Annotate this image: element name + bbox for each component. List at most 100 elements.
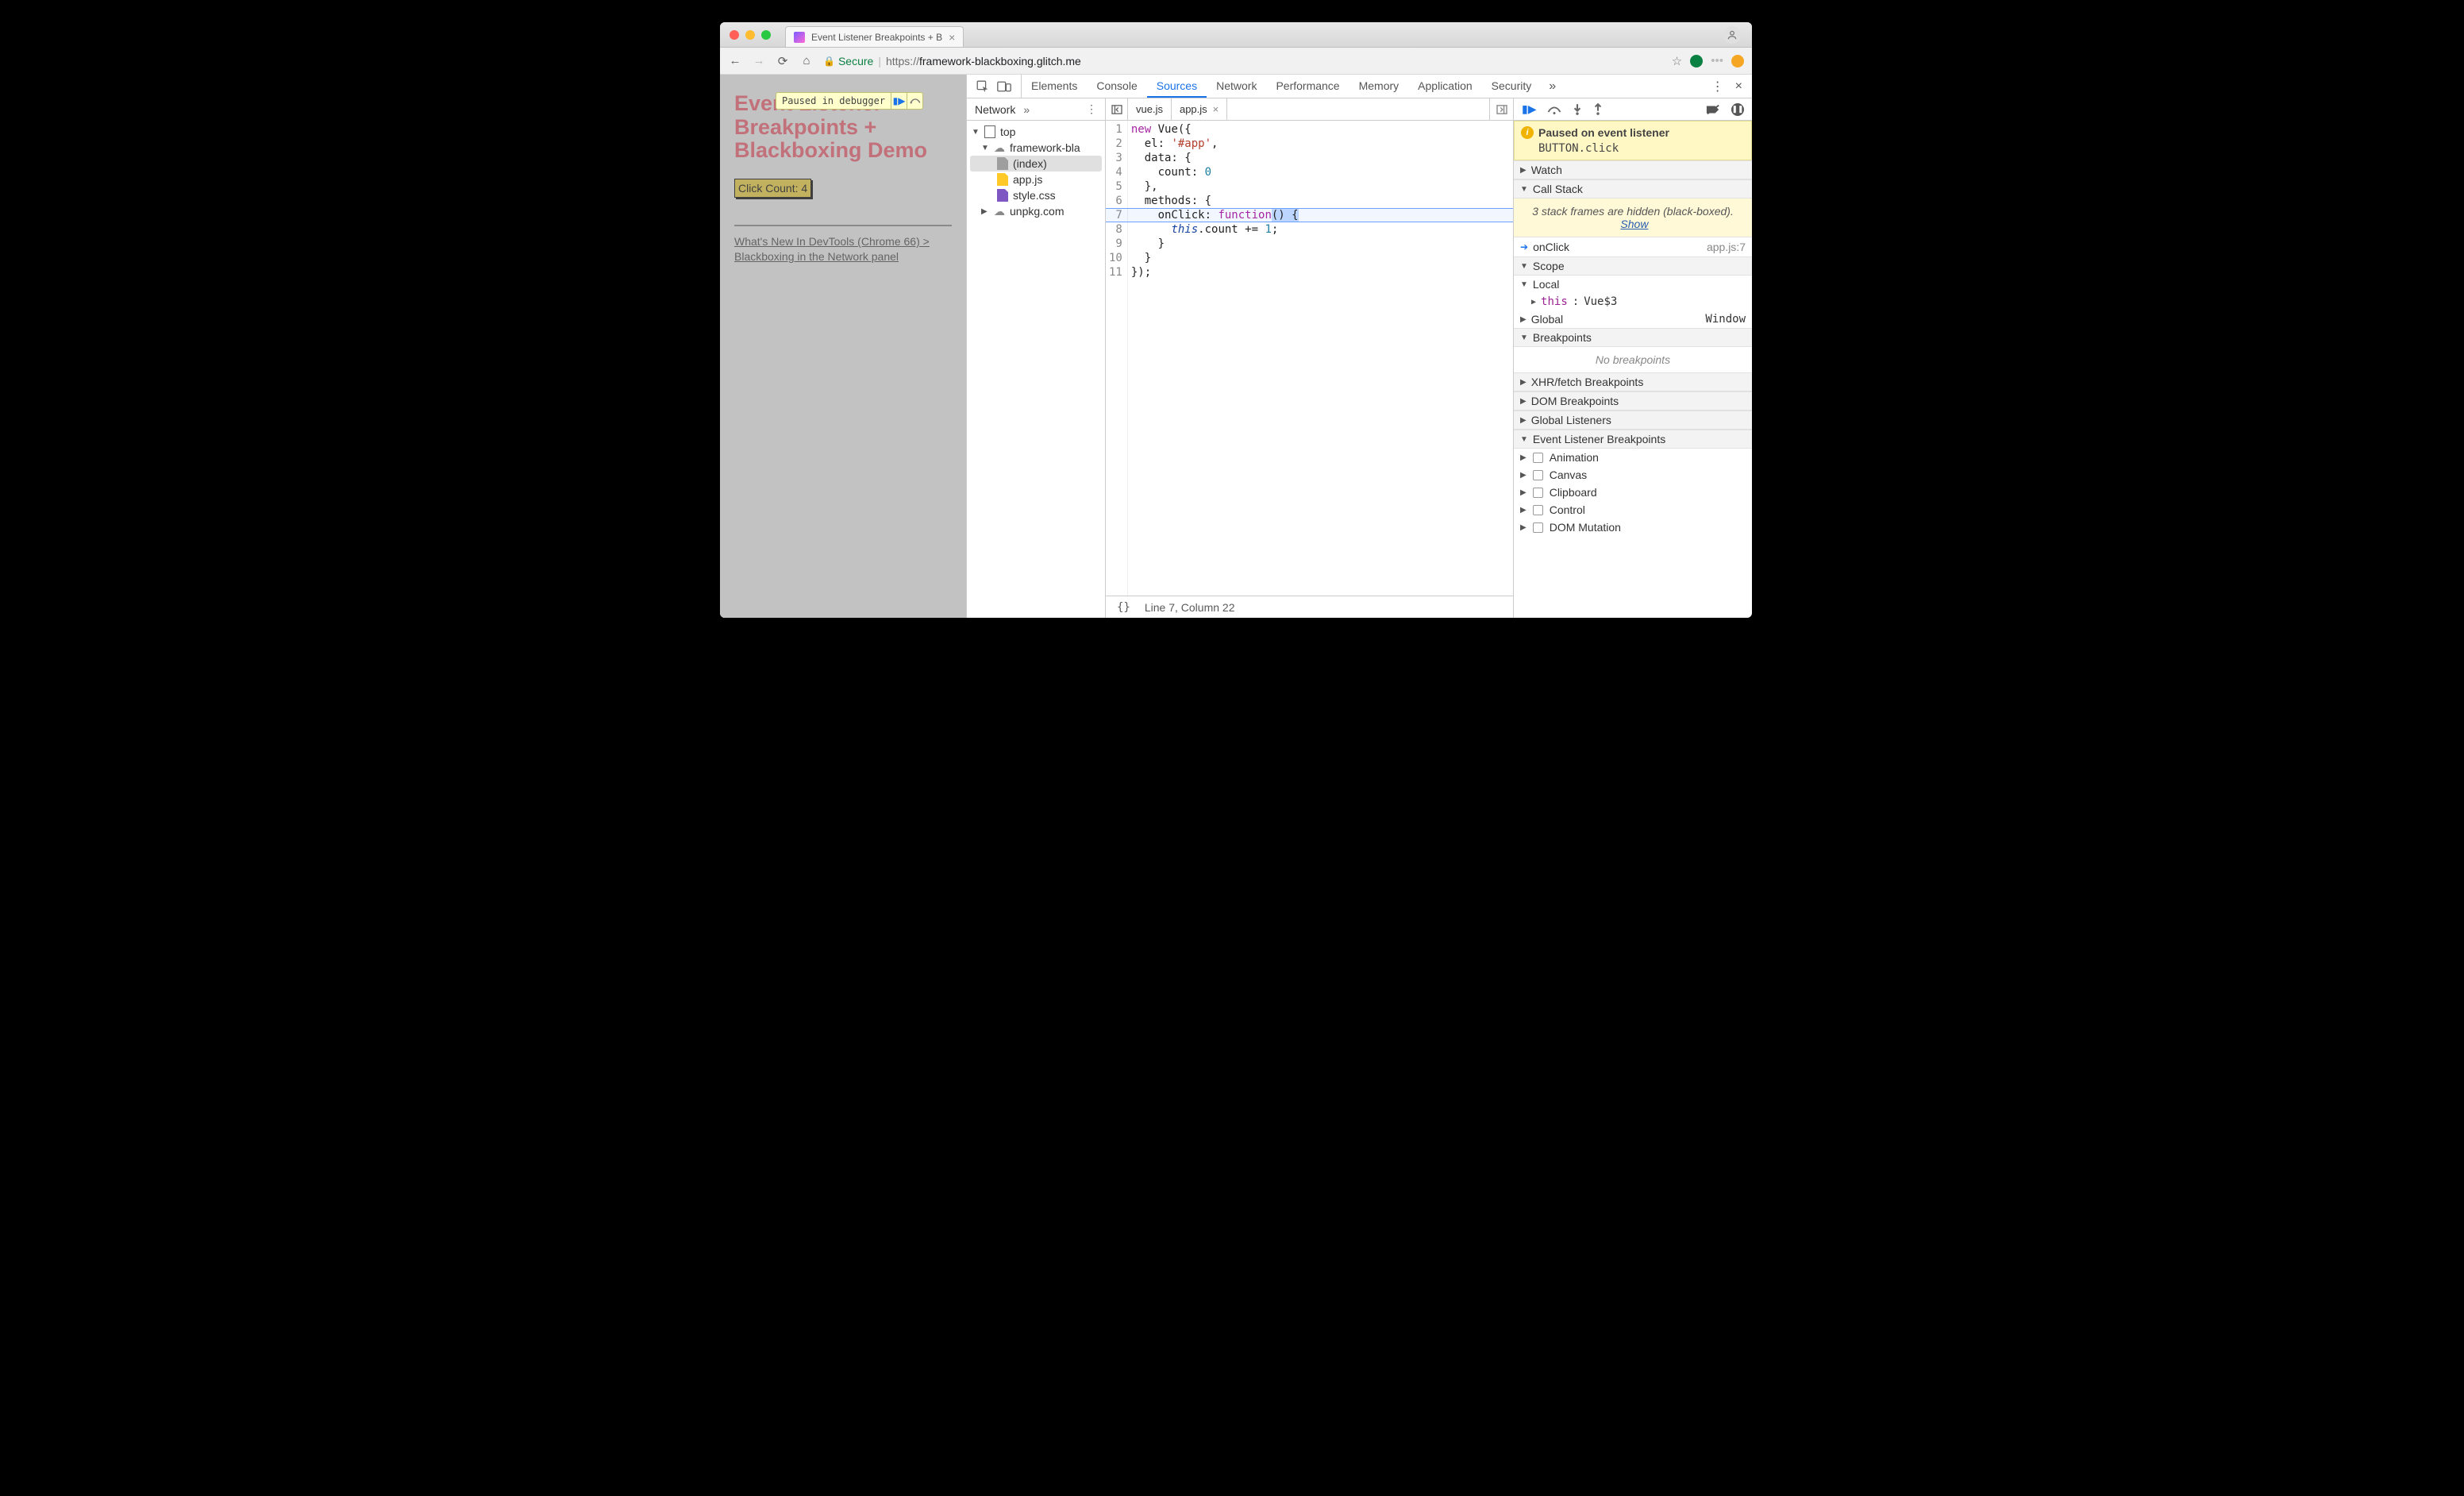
elb-label: Clipboard xyxy=(1550,486,1597,499)
step-over-icon[interactable] xyxy=(1547,104,1561,115)
zoom-window-button[interactable] xyxy=(761,30,771,40)
tabs-overflow-icon[interactable]: » xyxy=(1541,75,1564,98)
tab-close-icon[interactable]: × xyxy=(949,31,955,44)
window-titlebar: Event Listener Breakpoints + B × xyxy=(720,22,1752,48)
elb-item[interactable]: ▶DOM Mutation xyxy=(1514,519,1752,536)
navigator-overflow-icon[interactable]: » xyxy=(1023,103,1030,116)
devtools-close-icon[interactable]: × xyxy=(1735,79,1742,94)
back-button[interactable]: ← xyxy=(728,54,742,67)
browser-window: Event Listener Breakpoints + B × ← → ⟳ ⌂… xyxy=(720,22,1752,618)
tree-cdn[interactable]: ▶☁unpkg.com xyxy=(970,203,1102,219)
tab-security[interactable]: Security xyxy=(1482,75,1542,98)
toggle-navigator-icon[interactable] xyxy=(1106,98,1128,120)
lock-icon: 🔒 xyxy=(823,56,835,67)
tree-label: unpkg.com xyxy=(1010,205,1064,218)
section-global-listeners[interactable]: ▶Global Listeners xyxy=(1514,411,1752,430)
tab-sources[interactable]: Sources xyxy=(1147,75,1207,98)
step-out-icon[interactable] xyxy=(1593,103,1603,116)
cloud-icon: ☁ xyxy=(994,205,1005,218)
elb-item[interactable]: ▶Animation xyxy=(1514,449,1752,466)
tree-top-frame[interactable]: ▼top xyxy=(970,124,1102,140)
tab-console[interactable]: Console xyxy=(1087,75,1146,98)
scope-value: Vue$3 xyxy=(1584,295,1617,308)
document-icon xyxy=(997,157,1008,170)
pause-on-exceptions-icon[interactable]: ❚❚ xyxy=(1731,103,1744,116)
tree-file-stylecss[interactable]: style.css xyxy=(970,187,1102,203)
line-gutter[interactable]: 1234567891011 xyxy=(1106,121,1128,596)
code-editor[interactable]: 1234567891011 new Vue({ el: '#app', data… xyxy=(1106,121,1513,596)
section-label: Global Listeners xyxy=(1531,414,1611,426)
editor-tab-vuejs[interactable]: vue.js xyxy=(1128,98,1172,120)
section-event-listener-breakpoints[interactable]: ▼Event Listener Breakpoints xyxy=(1514,430,1752,449)
checkbox[interactable] xyxy=(1533,505,1543,515)
navigator-menu-icon[interactable]: ⋮ xyxy=(1081,102,1102,116)
url-host: framework-blackboxing.glitch.me xyxy=(919,55,1081,67)
url-protocol: https:// xyxy=(886,55,919,67)
section-watch[interactable]: ▶Watch xyxy=(1514,160,1752,179)
paused-badge-step-icon[interactable] xyxy=(907,93,922,109)
tab-elements[interactable]: Elements xyxy=(1022,75,1087,98)
pretty-print-icon[interactable]: {} xyxy=(1117,601,1130,614)
tab-performance[interactable]: Performance xyxy=(1266,75,1349,98)
section-label: Breakpoints xyxy=(1533,331,1592,344)
checkbox[interactable] xyxy=(1533,488,1543,498)
toggle-debugger-icon[interactable] xyxy=(1489,98,1513,120)
click-count-button[interactable]: Click Count: 4 xyxy=(734,179,811,198)
paused-badge-resume-icon[interactable]: ▮▶ xyxy=(891,93,907,109)
inspect-element-icon[interactable] xyxy=(976,80,989,93)
scope-this[interactable]: ▶this: Vue$3 xyxy=(1514,293,1752,310)
toolbar-right-icons: ☆ ••• xyxy=(1672,54,1744,68)
browser-tab[interactable]: Event Listener Breakpoints + B × xyxy=(785,26,964,47)
blackbox-show-link[interactable]: Show xyxy=(1620,218,1648,230)
bookmark-star-icon[interactable]: ☆ xyxy=(1672,54,1682,68)
tree-domain[interactable]: ▼☁framework-bla xyxy=(970,140,1102,156)
checkbox[interactable] xyxy=(1533,470,1543,480)
extension-icon-2[interactable]: ••• xyxy=(1711,54,1723,67)
stack-frame-location[interactable]: app.js:7 xyxy=(1707,241,1746,253)
tab-network[interactable]: Network xyxy=(1207,75,1266,98)
close-window-button[interactable] xyxy=(730,30,739,40)
section-dom-breakpoints[interactable]: ▶DOM Breakpoints xyxy=(1514,391,1752,411)
editor-tab-close-icon[interactable]: × xyxy=(1213,103,1219,115)
section-callstack[interactable]: ▼Call Stack xyxy=(1514,179,1752,199)
debugger-pane: ▮▶ ❚❚ iPaused on even xyxy=(1514,98,1752,618)
profile-avatar-icon[interactable] xyxy=(1723,26,1741,44)
reference-link[interactable]: What's New In DevTools (Chrome 66) > Bla… xyxy=(734,235,930,263)
elb-item[interactable]: ▶Clipboard xyxy=(1514,484,1752,501)
extension-icon-1[interactable] xyxy=(1690,55,1703,67)
extension-icon-3[interactable] xyxy=(1731,55,1744,67)
tree-file-appjs[interactable]: app.js xyxy=(970,172,1102,187)
devtools-menu-icon[interactable]: ⋮ xyxy=(1711,79,1724,94)
secure-badge[interactable]: 🔒 Secure xyxy=(823,55,873,67)
checkbox[interactable] xyxy=(1533,453,1543,463)
tab-application[interactable]: Application xyxy=(1408,75,1482,98)
scope-global[interactable]: ▶GlobalWindow xyxy=(1514,310,1752,328)
reload-button[interactable]: ⟳ xyxy=(776,54,790,68)
section-xhr-breakpoints[interactable]: ▶XHR/fetch Breakpoints xyxy=(1514,372,1752,391)
scope-local[interactable]: ▼Local xyxy=(1514,276,1752,293)
checkbox[interactable] xyxy=(1533,522,1543,533)
stack-frame-name: onClick xyxy=(1533,241,1569,253)
section-label: XHR/fetch Breakpoints xyxy=(1531,376,1644,388)
step-into-icon[interactable] xyxy=(1573,103,1582,116)
code-content[interactable]: new Vue({ el: '#app', data: { count: 0 }… xyxy=(1128,121,1513,596)
resume-icon[interactable]: ▮▶ xyxy=(1522,102,1536,116)
device-toolbar-icon[interactable] xyxy=(997,80,1011,93)
address-bar[interactable]: 🔒 Secure | https://framework-blackboxing… xyxy=(823,55,1662,67)
divider xyxy=(734,225,952,226)
elb-item[interactable]: ▶Canvas xyxy=(1514,466,1752,484)
tree-file-index[interactable]: (index) xyxy=(970,156,1102,172)
elb-label: Animation xyxy=(1550,451,1599,464)
tab-memory[interactable]: Memory xyxy=(1349,75,1409,98)
info-icon: i xyxy=(1521,126,1534,139)
section-breakpoints[interactable]: ▼Breakpoints xyxy=(1514,328,1752,347)
elb-item[interactable]: ▶Control xyxy=(1514,501,1752,519)
stack-frame[interactable]: ➔ onClick app.js:7 xyxy=(1514,237,1752,256)
editor-tab-appjs[interactable]: app.js× xyxy=(1172,98,1227,120)
deactivate-breakpoints-icon[interactable] xyxy=(1706,103,1720,116)
home-button[interactable]: ⌂ xyxy=(799,54,814,67)
url-text: https://framework-blackboxing.glitch.me xyxy=(886,55,1081,67)
section-scope[interactable]: ▼Scope xyxy=(1514,256,1752,276)
minimize-window-button[interactable] xyxy=(745,30,755,40)
navigator-panel-tab[interactable]: Network xyxy=(975,103,1015,116)
